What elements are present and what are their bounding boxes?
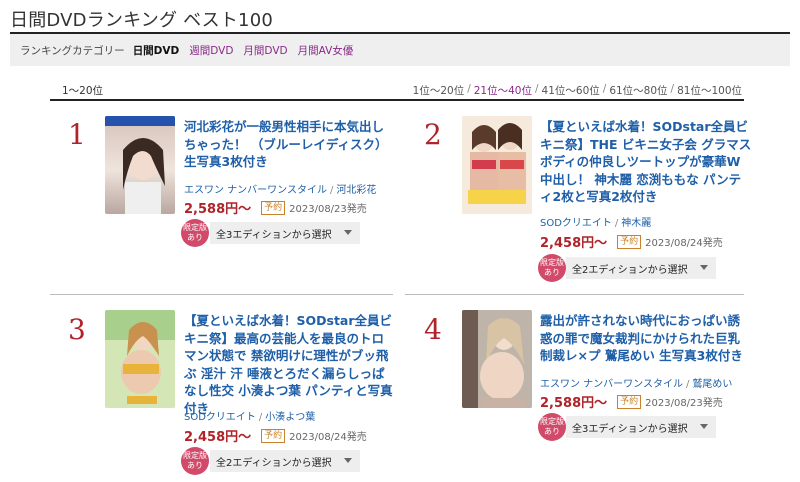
pager-separator: / [467,83,471,95]
actress-link[interactable]: 小湊よつ葉 [265,412,315,423]
limited-edition-badge: 限定版あり [538,254,566,282]
maker-separator: / [614,218,619,229]
preorder-badge: 予約 [617,234,642,249]
rank-number: 1 [68,118,86,151]
chevron-down-icon [344,458,352,463]
current-range-label: 1〜20位 [62,85,104,97]
maker-link[interactable]: SODクリエイト [184,412,256,423]
release-date: 2023/08/23発売 [645,398,723,409]
actress-link[interactable]: 河北彩花 [336,185,376,196]
actress-link[interactable]: 鷲尾めい [692,379,732,390]
price: 2,588円〜 [184,202,252,217]
product-title-link[interactable]: 河北彩花が一般男性相手に本気出しちゃった！ （ブルーレイディスク） 生写真3枚付… [184,118,389,171]
product-thumbnail[interactable] [462,310,532,408]
actress-link[interactable]: 神木麗 [621,218,651,229]
preorder-badge: 予約 [261,428,286,443]
limited-edition-badge: 限定版あり [538,413,566,441]
page-title: 日間DVDランキング ベスト100 [10,10,274,31]
maker-link[interactable]: エスワン ナンバーワンスタイル [540,379,683,390]
maker-line: エスワン ナンバーワンスタイル / 河北彩花 [184,181,376,196]
ranking-category-bar: ランキングカテゴリー 日間DVD 週間DVD 月間DVD 月間AV女優 [10,32,790,66]
pager-link-81-100[interactable]: 81位〜100位 [677,83,742,98]
chevron-down-icon [700,265,708,270]
category-link-monthly-actress[interactable]: 月間AV女優 [298,43,354,58]
product-cover-image [462,116,532,214]
maker-separator: / [685,379,690,390]
maker-line: SODクリエイト / 小湊よつ葉 [184,408,315,423]
product-title-link[interactable]: 【夏といえば水着！SODstar全員ビキニ祭】最高の芸能人を最良のトロマン状態で… [184,312,394,417]
release-date: 2023/08/24発売 [289,432,367,443]
limited-edition-badge: 限定版あり [181,447,209,475]
maker-line: SODクリエイト / 神木麗 [540,214,651,229]
maker-separator: / [329,185,334,196]
preorder-badge: 予約 [617,394,642,409]
product-thumbnail[interactable] [105,310,175,408]
header-divider [50,99,744,101]
rank-number: 3 [68,313,86,346]
limited-edition-badge: 限定版あり [181,219,209,247]
rank-pager: 1位〜20位 / 21位〜40位 / 41位〜60位 / 61位〜80位 / 8… [413,83,742,98]
price: 2,458円〜 [540,236,608,251]
maker-link[interactable]: SODクリエイト [540,218,612,229]
release-date: 2023/08/24発売 [645,238,723,249]
product-thumbnail[interactable] [105,116,175,214]
maker-line: エスワン ナンバーワンスタイル / 鷲尾めい [540,375,732,390]
price: 2,588円〜 [540,396,608,411]
product-title-link[interactable]: 【夏といえば水着！SODstar全員ビキニ祭】THE ビキニ女子会 グラマスボデ… [540,118,752,206]
pager-link-1-20[interactable]: 1位〜20位 [413,83,465,98]
product-thumbnail[interactable] [462,116,532,214]
edition-select[interactable]: 全2エディションから選択 [566,257,716,279]
product-cover-image [462,310,532,408]
pager-link-41-60[interactable]: 41位〜60位 [542,83,600,98]
release-date: 2023/08/23発売 [289,204,367,215]
chevron-down-icon [344,230,352,235]
edition-select[interactable]: 全3エディションから選択 [566,416,716,438]
edition-select-label: 全2エディションから選択 [216,457,332,469]
product-cover-image [105,310,175,408]
chevron-down-icon [700,424,708,429]
preorder-badge: 予約 [261,200,286,215]
pager-link-61-80[interactable]: 61位〜80位 [609,83,667,98]
pager-separator: / [670,83,675,95]
category-link-weekly[interactable]: 週間DVD [189,43,233,58]
maker-link[interactable]: エスワン ナンバーワンスタイル [184,185,327,196]
category-link-monthly[interactable]: 月間DVD [243,43,287,58]
row-divider [50,294,393,295]
price-row: 2,458円〜 予約 2023/08/24発売 [540,232,723,251]
pager-separator: / [602,83,607,95]
price-row: 2,588円〜 予約 2023/08/23発売 [540,392,723,411]
category-current: 日間DVD [132,44,180,57]
edition-select[interactable]: 全3エディションから選択 [210,222,360,244]
price: 2,458円〜 [184,430,252,445]
category-label: ランキングカテゴリー [20,44,125,57]
pager-link-21-40[interactable]: 21位〜40位 [474,83,532,98]
row-divider [405,294,744,295]
pager-separator: / [534,83,539,95]
price-row: 2,588円〜 予約 2023/08/23発売 [184,198,367,217]
rank-number: 4 [424,313,442,346]
edition-select-label: 全3エディションから選択 [216,229,332,241]
product-title-link[interactable]: 露出が許されない時代におっぱい誘惑の罪で魔女裁判にかけられた巨乳制裁レ×プ 鷲尾… [540,312,752,365]
price-row: 2,458円〜 予約 2023/08/24発売 [184,426,367,445]
maker-separator: / [258,412,263,423]
rank-number: 2 [424,118,442,151]
edition-select-label: 全2エディションから選択 [572,264,688,276]
product-cover-image [105,116,175,214]
edition-select[interactable]: 全2エディションから選択 [210,450,360,472]
edition-select-label: 全3エディションから選択 [572,423,688,435]
